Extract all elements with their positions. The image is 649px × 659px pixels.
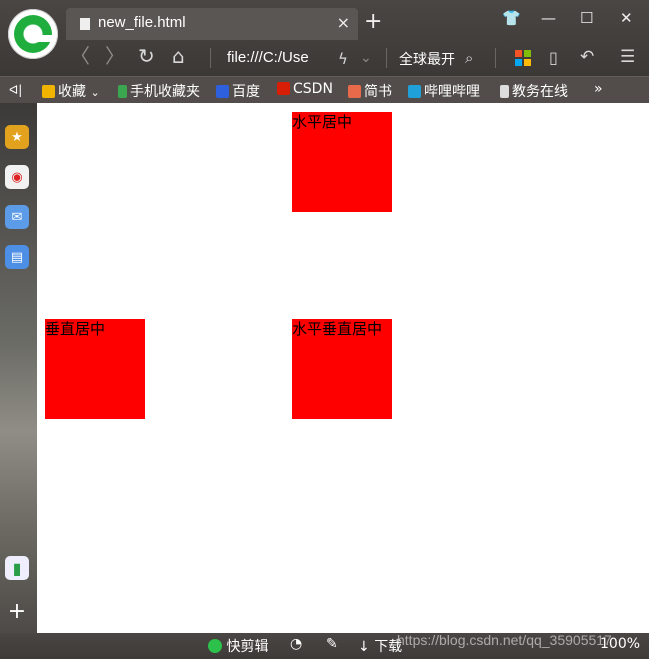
battery-icon[interactable]: ▮: [5, 556, 29, 580]
search-engine-label[interactable]: 全球最开: [399, 49, 455, 69]
reload-button[interactable]: ↻: [138, 46, 155, 66]
box-label: 水平居中: [292, 113, 353, 131]
box-label: 水平垂直居中: [292, 320, 383, 338]
weibo-icon[interactable]: ◉: [5, 165, 29, 189]
close-window-button[interactable]: ✕: [620, 9, 633, 27]
navigation-bar: 〈 〉 ↻ ⌂ file:///C:/Use ϟ ⌄ 全球最开 ⌕ ▯ ↶ ☰: [0, 40, 649, 76]
forward-button[interactable]: 〉: [105, 46, 125, 66]
address-dropdown-icon[interactable]: ⌄: [360, 48, 372, 68]
bookmark-favorites[interactable]: 收藏 ⌄: [42, 81, 100, 101]
pin-icon[interactable]: ✎: [326, 636, 338, 652]
download-button[interactable]: ↓ 下载: [358, 636, 402, 656]
bookmark-jianshu[interactable]: 简书: [348, 81, 392, 101]
baidu-icon: [216, 85, 229, 98]
menu-icon[interactable]: ☰: [620, 47, 635, 67]
tab-title: new_file.html: [98, 14, 186, 31]
bookmarks-more-button[interactable]: »: [594, 81, 603, 97]
bookmark-csdn[interactable]: CSDN: [277, 81, 333, 97]
tab-close-icon[interactable]: ×: [337, 13, 350, 32]
star-icon: [42, 85, 55, 98]
both-center-box: 水平垂直居中: [292, 319, 392, 419]
back-button[interactable]: 〈: [70, 46, 90, 66]
skin-icon[interactable]: 👕: [502, 9, 521, 27]
favorites-icon[interactable]: ★: [5, 125, 29, 149]
undo-icon[interactable]: ↶: [580, 47, 594, 67]
apps-grid-icon[interactable]: [515, 50, 531, 66]
sidebar: ★ ◉ ✉ ▤ ▮ +: [0, 103, 37, 633]
page-content: 水平居中 垂直居中 水平垂直居中: [37, 103, 649, 633]
bookmark-bilibili[interactable]: 哔哩哔哩: [408, 81, 480, 101]
bookmark-baidu[interactable]: 百度: [216, 81, 260, 101]
bilibili-icon: [408, 85, 421, 98]
tablet-icon[interactable]: ▯: [549, 48, 558, 68]
csdn-icon: [277, 82, 290, 95]
watermark-text: https://blog.csdn.net/qq_35905517: [397, 632, 612, 648]
quick-clip-button[interactable]: 快剪辑: [208, 636, 268, 656]
vertical-center-box: 垂直居中: [45, 319, 145, 419]
jianshu-icon: [348, 85, 361, 98]
title-bar: new_file.html × + 👕 — ☐ ✕ 〈 〉 ↻ ⌂ file:/…: [0, 0, 649, 76]
home-button[interactable]: ⌂: [172, 46, 185, 66]
tab-new-file[interactable]: new_file.html ×: [66, 8, 358, 40]
address-bar[interactable]: file:///C:/Use: [227, 49, 309, 66]
new-tab-button[interactable]: +: [364, 11, 382, 33]
box-label: 垂直居中: [45, 320, 106, 338]
page-icon: [500, 85, 509, 98]
bookmarks-bar: ᐊ| 收藏 ⌄ 手机收藏夹 百度 CSDN 简书 哔哩哔哩 教务在线 »: [0, 76, 649, 104]
minimize-button[interactable]: —: [541, 9, 556, 27]
play-icon: [208, 639, 222, 653]
mail-icon[interactable]: ✉: [5, 205, 29, 229]
sidebar-toggle-icon[interactable]: ᐊ|: [9, 83, 22, 97]
maximize-button[interactable]: ☐: [580, 9, 593, 27]
speed-icon[interactable]: ◔: [290, 636, 302, 652]
bookmark-academic[interactable]: 教务在线: [500, 81, 568, 101]
flash-icon[interactable]: ϟ: [338, 49, 348, 69]
notes-icon[interactable]: ▤: [5, 245, 29, 269]
bookmark-mobile-favorites[interactable]: 手机收藏夹: [118, 81, 200, 101]
phone-icon: [118, 85, 127, 98]
horizontal-center-box: 水平居中: [292, 112, 392, 212]
search-icon[interactable]: ⌕: [465, 48, 473, 68]
add-sidebar-icon[interactable]: +: [5, 599, 29, 624]
document-icon: [80, 18, 90, 30]
